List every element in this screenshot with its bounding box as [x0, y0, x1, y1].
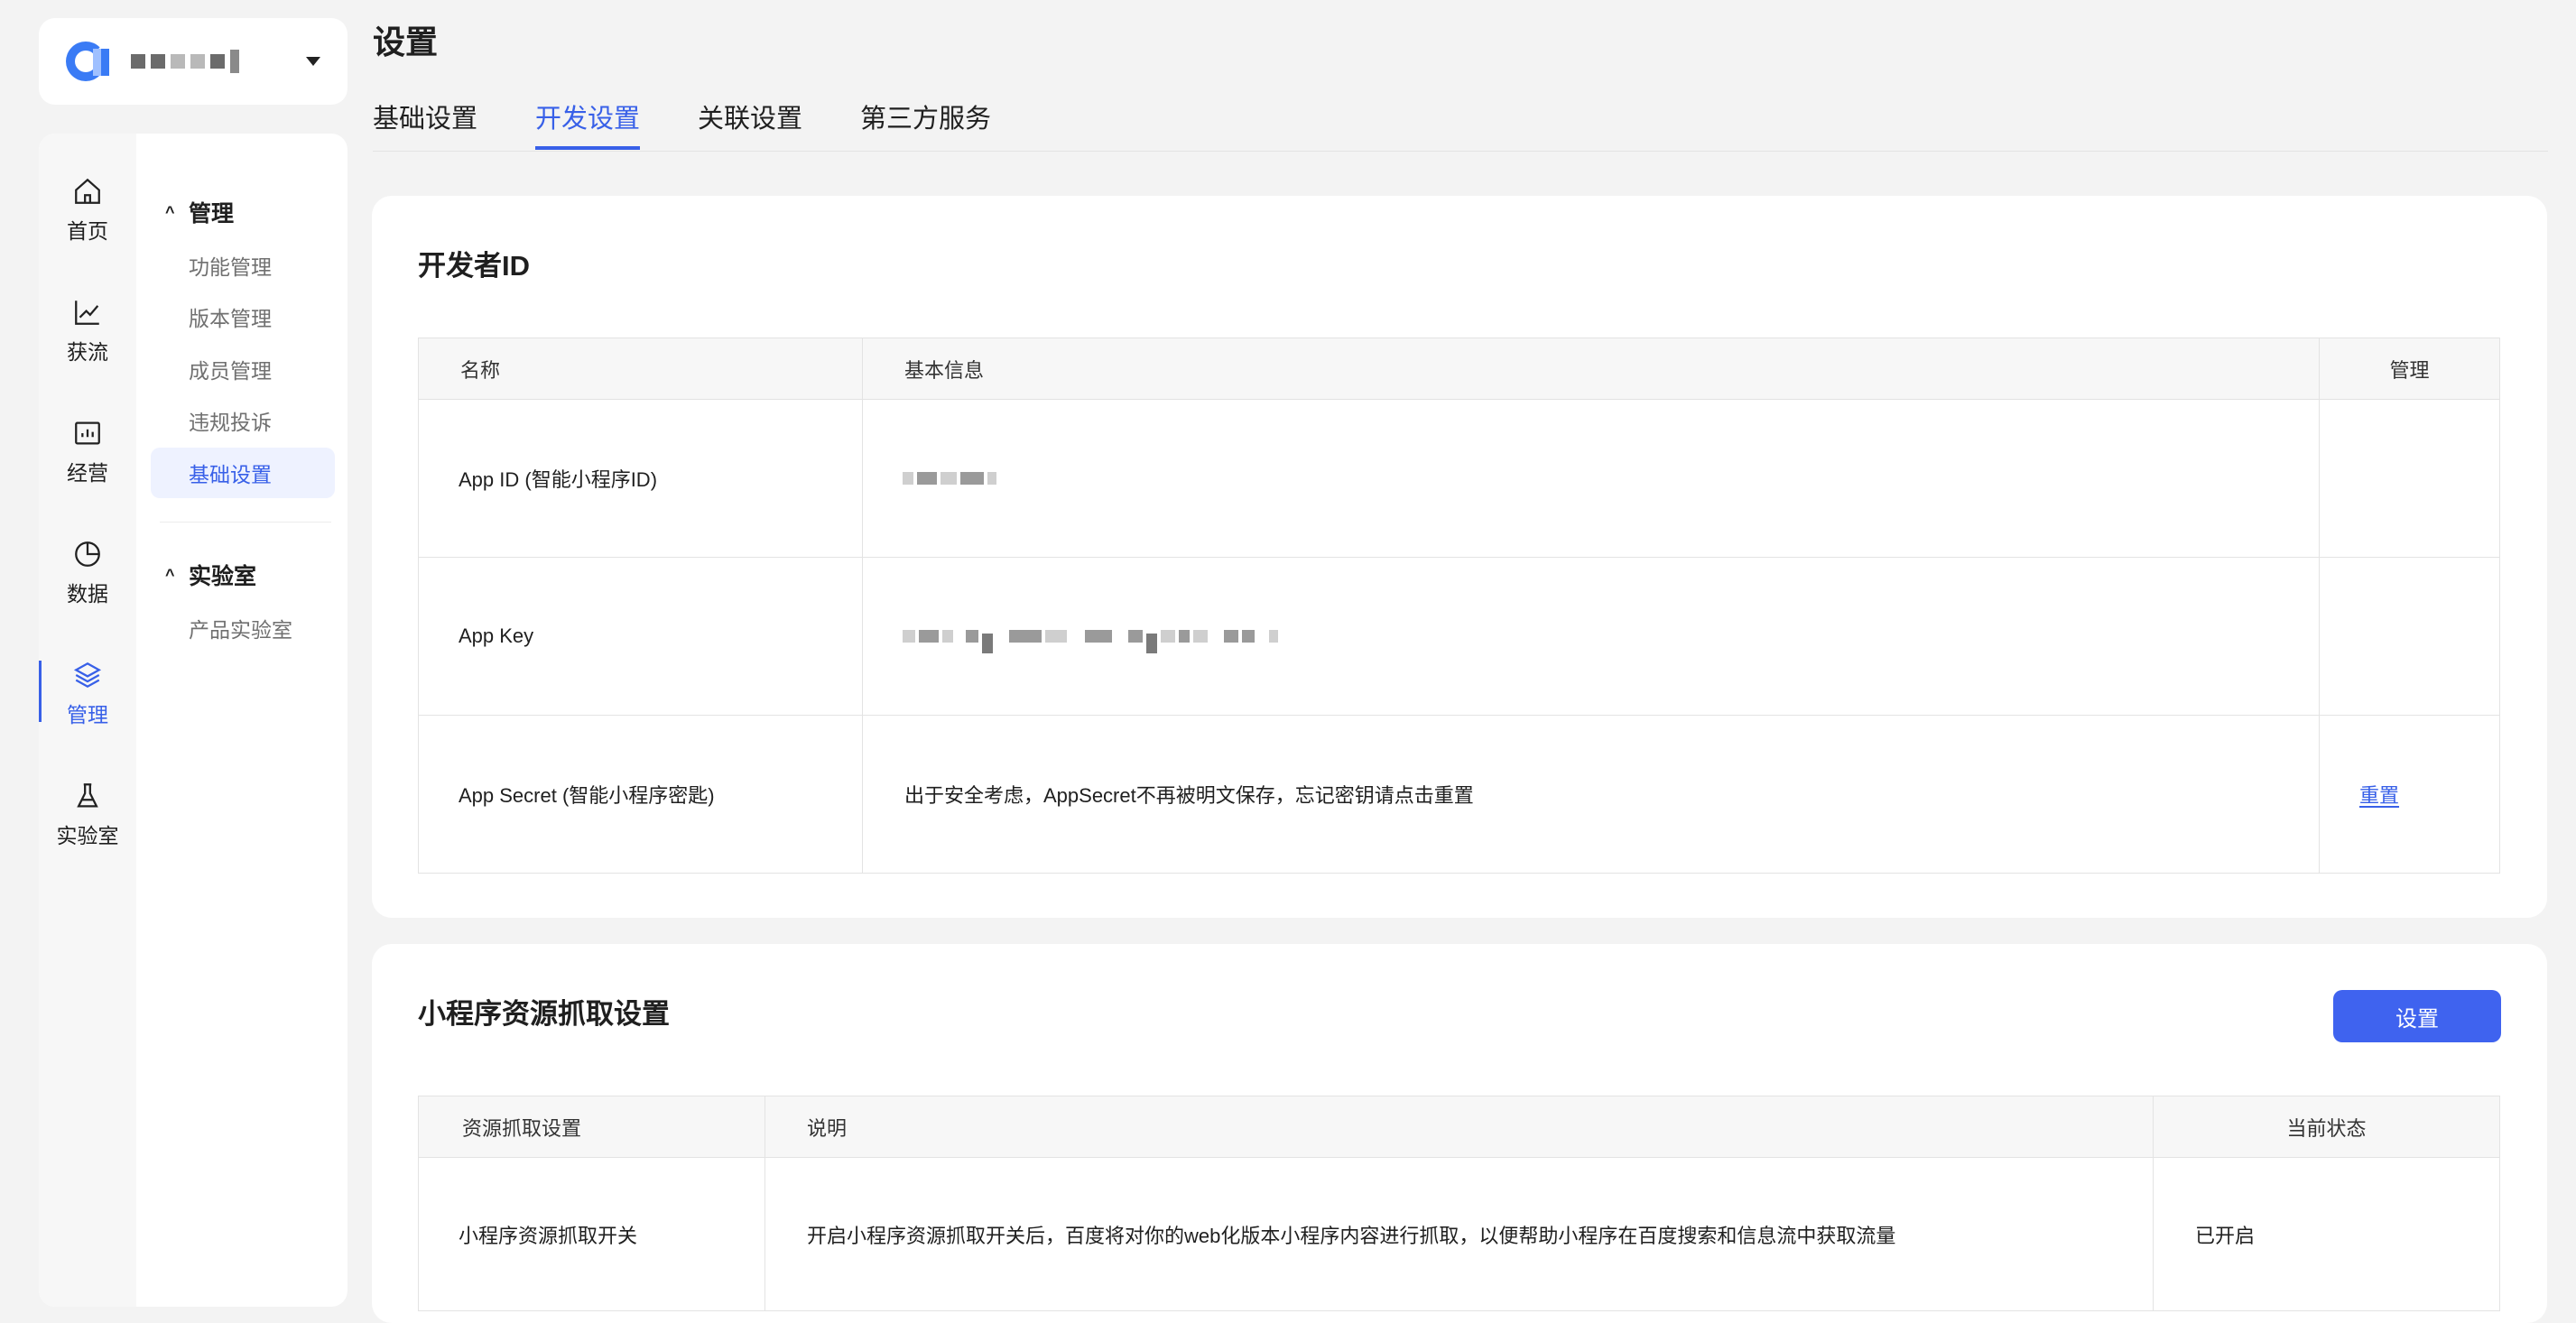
- nav-rail: 首页 获流 经营 数据 管理 实验室: [39, 134, 136, 1307]
- developer-id-card: 开发者ID 名称 基本信息 管理 App ID (智能小程序ID) App Ke…: [372, 196, 2547, 918]
- table-row: App ID (智能小程序ID): [418, 399, 2500, 558]
- column-header: 当前状态: [2153, 1096, 2500, 1158]
- column-header: 名称: [418, 338, 863, 400]
- column-header: 说明: [764, 1096, 2154, 1158]
- home-icon: [75, 178, 100, 204]
- table-row: 小程序资源抓取开关 开启小程序资源抓取开关后，百度将对你的web化版本小程序内容…: [418, 1157, 2500, 1311]
- rail-label: 获流: [67, 340, 108, 364]
- rail-item-lab[interactable]: 实验室: [39, 765, 136, 865]
- row-desc: 开启小程序资源抓取开关后，百度将对你的web化版本小程序内容进行抓取，以便帮助小…: [764, 1157, 2154, 1311]
- card-title: 小程序资源抓取设置: [418, 998, 670, 1030]
- rail-label: 管理: [67, 703, 108, 726]
- menu-item-basic-settings[interactable]: 基础设置: [151, 448, 335, 498]
- resource-crawl-card: 小程序资源抓取设置 设置 资源抓取设置 说明 当前状态 小程序资源抓取开关 开启…: [372, 944, 2547, 1323]
- crawl-settings-button[interactable]: 设置: [2333, 990, 2501, 1042]
- rail-label: 经营: [67, 461, 108, 485]
- app-id-value-redacted: [862, 399, 2320, 558]
- chevron-up-icon: ^: [165, 202, 175, 221]
- sidebar: 首页 获流 经营 数据 管理 实验室 ^ 管理 功能管理 版本管理 成员管理 违…: [39, 134, 347, 1307]
- menu-group-label: 实验室: [189, 564, 257, 589]
- page-title: 设置: [373, 23, 439, 60]
- rail-item-operation[interactable]: 经营: [39, 402, 136, 502]
- rail-label: 首页: [67, 219, 108, 243]
- pie-chart-icon: [75, 541, 100, 567]
- developer-id-table: 名称 基本信息 管理 App ID (智能小程序ID) App Key App …: [418, 338, 2500, 874]
- app-name-redacted: [131, 50, 239, 73]
- tabs-divider: [373, 151, 2548, 152]
- chevron-down-icon[interactable]: [306, 57, 320, 66]
- app-switcher[interactable]: [39, 18, 347, 105]
- resource-crawl-table: 资源抓取设置 说明 当前状态 小程序资源抓取开关 开启小程序资源抓取开关后，百度…: [418, 1096, 2500, 1311]
- settings-tabs: 基础设置 开发设置 关联设置 第三方服务: [373, 97, 991, 152]
- menu-group-lab[interactable]: ^ 实验室: [151, 552, 335, 597]
- line-chart-icon: [75, 301, 99, 325]
- app-logo: [66, 40, 118, 83]
- row-manage: [2319, 557, 2500, 716]
- row-status: 已开启: [2153, 1157, 2500, 1311]
- menu-divider: [160, 522, 331, 523]
- menu-item-version[interactable]: 版本管理: [151, 291, 335, 342]
- row-info: 出于安全考虑，AppSecret不再被明文保存，忘记密钥请点击重置: [862, 715, 2320, 874]
- row-manage: [2319, 399, 2500, 558]
- layers-icon: [73, 662, 102, 689]
- table-row: App Key: [418, 557, 2500, 716]
- row-name: App ID (智能小程序ID): [418, 399, 863, 558]
- rail-item-home[interactable]: 首页: [39, 161, 136, 260]
- column-header: 基本信息: [862, 338, 2320, 400]
- tab-third-party[interactable]: 第三方服务: [860, 97, 991, 150]
- rail-item-data[interactable]: 数据: [39, 523, 136, 623]
- tab-dev-settings[interactable]: 开发设置: [535, 97, 641, 150]
- row-name: App Key: [418, 557, 863, 716]
- tab-linked-settings[interactable]: 关联设置: [698, 97, 802, 150]
- chevron-up-icon: ^: [165, 565, 175, 584]
- menu-item-feature[interactable]: 功能管理: [151, 240, 335, 291]
- row-setting: 小程序资源抓取开关: [418, 1157, 765, 1311]
- rail-item-manage[interactable]: 管理: [39, 644, 136, 744]
- table-header-row: 名称 基本信息 管理: [418, 338, 2500, 400]
- tab-basic-settings[interactable]: 基础设置: [373, 97, 477, 150]
- card-title: 开发者ID: [418, 250, 530, 282]
- rail-label: 数据: [67, 582, 108, 606]
- rail-item-traffic[interactable]: 获流: [39, 282, 136, 381]
- reset-link[interactable]: 重置: [2359, 784, 2399, 807]
- table-header-row: 资源抓取设置 说明 当前状态: [418, 1096, 2500, 1158]
- menu-group-manage[interactable]: ^ 管理: [151, 190, 335, 235]
- menu-group-label: 管理: [189, 201, 235, 227]
- table-row: App Secret (智能小程序密匙) 出于安全考虑，AppSecret不再被…: [418, 715, 2500, 874]
- row-manage: 重置: [2319, 715, 2500, 874]
- menu-item-members[interactable]: 成员管理: [151, 344, 335, 394]
- rail-label: 实验室: [56, 824, 119, 847]
- column-header: 管理: [2319, 338, 2500, 400]
- flask-icon: [77, 783, 98, 808]
- menu-item-product-lab[interactable]: 产品实验室: [151, 603, 335, 653]
- row-name: App Secret (智能小程序密匙): [418, 715, 863, 874]
- app-key-value-redacted: [862, 557, 2320, 716]
- menu-item-complaints[interactable]: 违规投诉: [151, 395, 335, 446]
- column-header: 资源抓取设置: [418, 1096, 765, 1158]
- dashboard-icon: [75, 421, 100, 445]
